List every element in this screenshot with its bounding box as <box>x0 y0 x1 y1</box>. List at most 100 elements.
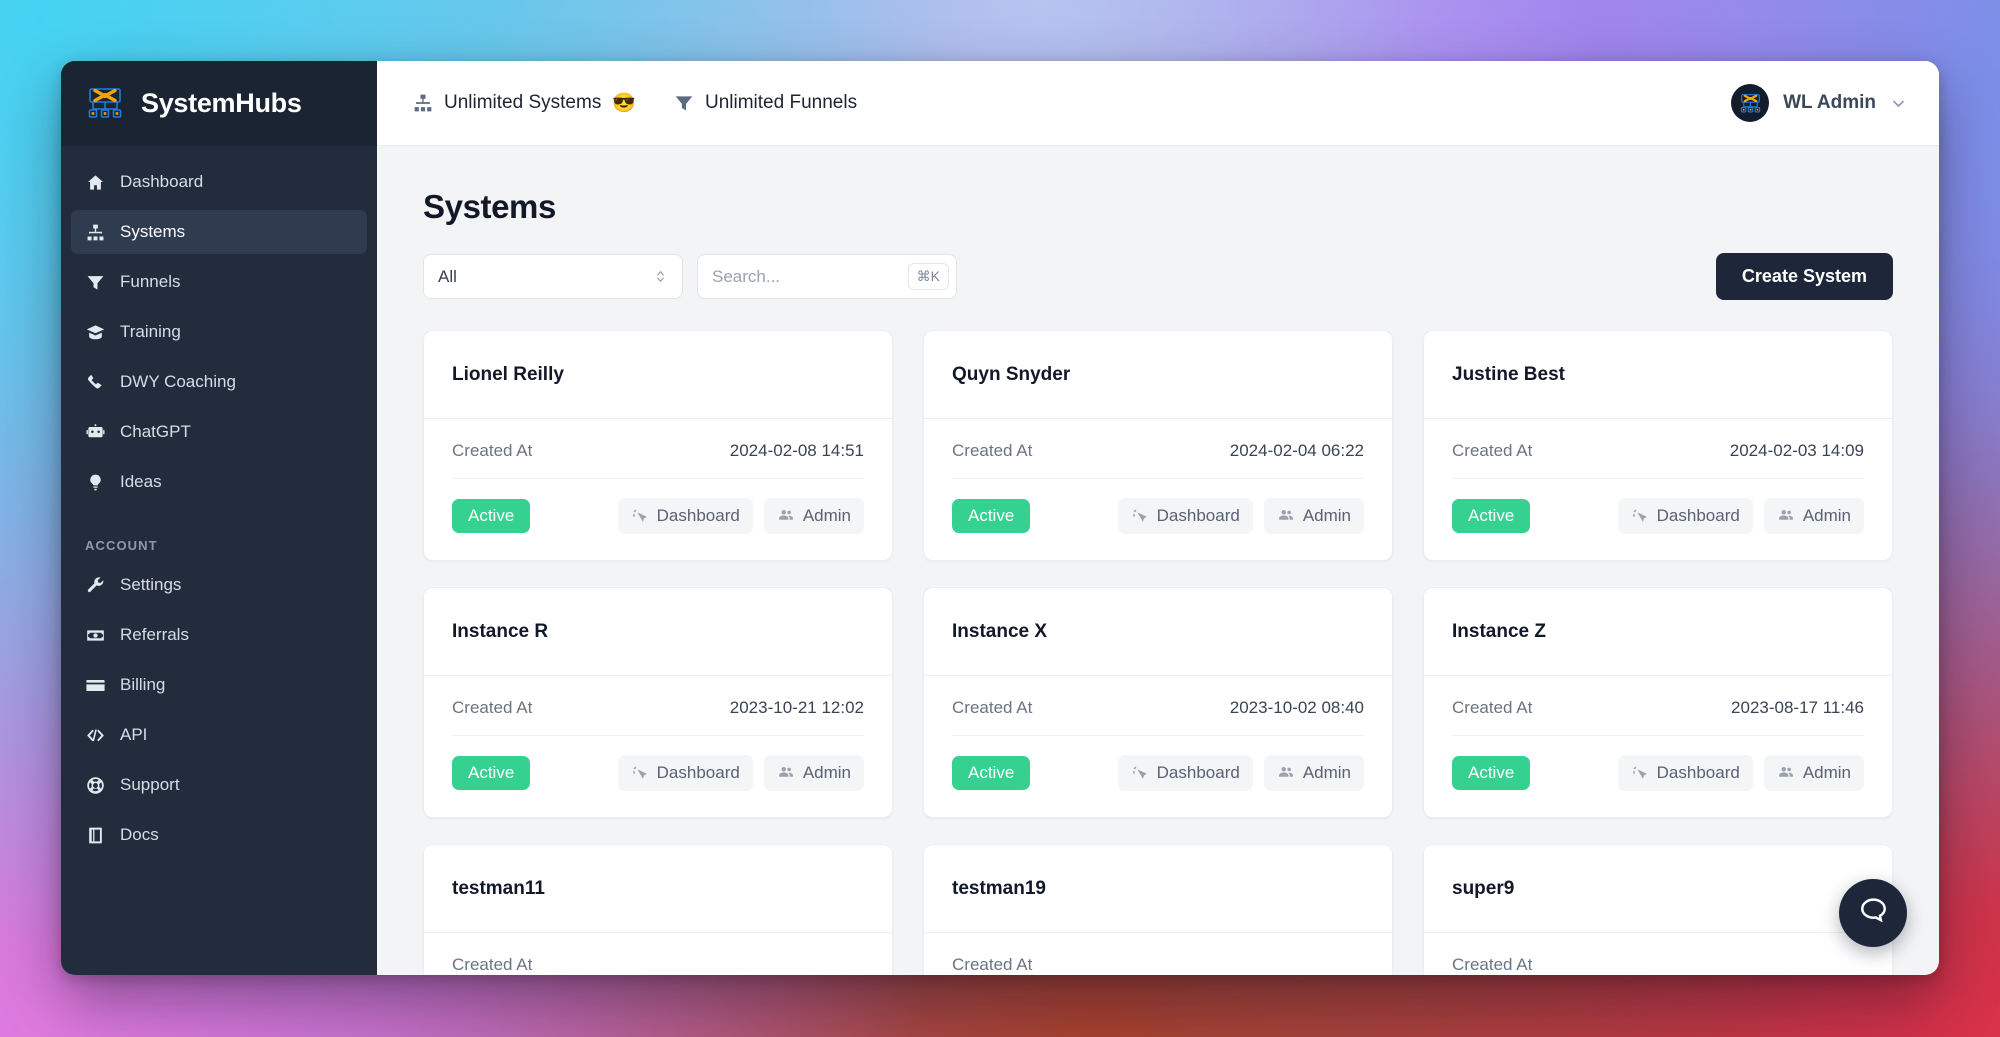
system-card[interactable]: Quyn Snyder Created At 2024-02-04 06:22 … <box>923 330 1393 561</box>
system-name: Instance Z <box>1452 620 1546 642</box>
dashboard-button[interactable]: Dashboard <box>617 498 753 534</box>
up-down-chevrons-icon <box>653 269 668 284</box>
chat-widget-button[interactable] <box>1839 879 1907 947</box>
created-at-row: Created At 2024-02-03 14:09 <box>1452 441 1864 479</box>
system-card[interactable]: Instance Z Created At 2023-08-17 11:46 A… <box>1423 587 1893 818</box>
admin-button[interactable]: Admin <box>1763 498 1864 534</box>
filter-select-value: All <box>438 266 457 286</box>
system-card-body: Created At 2024-02-03 14:09 Active Dashb… <box>1424 419 1892 560</box>
system-card-header: Instance X <box>924 588 1392 676</box>
sunglasses-emoji: 😎 <box>612 93 636 114</box>
admin-button-label: Admin <box>802 506 851 525</box>
cursor-click-icon <box>1631 507 1649 525</box>
sidebar-item-settings[interactable]: Settings <box>71 563 367 607</box>
admin-button-label: Admin <box>1302 763 1351 782</box>
admin-button[interactable]: Admin <box>1763 755 1864 791</box>
system-card[interactable]: testman11 Created At <box>423 844 893 975</box>
created-at-value: 2024-02-03 14:09 <box>1729 441 1864 460</box>
status-badge[interactable]: Active <box>1452 499 1531 533</box>
sidebar-item-label: Referrals <box>120 625 189 644</box>
funnel-icon <box>674 93 694 113</box>
system-card-body: Created At 2024-02-04 06:22 Active Dashb… <box>924 419 1392 560</box>
quota-funnels[interactable]: Unlimited Funnels <box>674 92 857 114</box>
sidebar-item-support[interactable]: Support <box>71 763 367 807</box>
system-card[interactable]: Lionel Reilly Created At 2024-02-08 14:5… <box>423 330 893 561</box>
system-card-header: Instance R <box>424 588 892 676</box>
sidebar-item-chatgpt[interactable]: ChatGPT <box>71 410 367 454</box>
system-card[interactable]: Instance R Created At 2023-10-21 12:02 A… <box>423 587 893 818</box>
status-badge[interactable]: Active <box>952 756 1031 790</box>
dashboard-button[interactable]: Dashboard <box>1617 498 1753 534</box>
content-area: Systems All ⌘K Create System <box>377 146 1939 975</box>
system-card[interactable]: Justine Best Created At 2024-02-03 14:09… <box>1423 330 1893 561</box>
dashboard-button-label: Dashboard <box>1156 506 1240 525</box>
sidebar-item-label: Systems <box>120 222 186 241</box>
quota-systems[interactable]: Unlimited Systems 😎 <box>413 91 636 115</box>
sidebar-item-label: API <box>120 725 148 744</box>
sidebar-item-ideas[interactable]: Ideas <box>71 460 367 504</box>
sidebar-item-label: Support <box>120 775 180 794</box>
system-card-actions: Active Dashboard Admin <box>952 479 1364 534</box>
system-card[interactable]: super9 Created At <box>1423 844 1893 975</box>
system-card[interactable]: Instance X Created At 2023-10-02 08:40 A… <box>923 587 1393 818</box>
sidebar-item-referrals[interactable]: Referrals <box>71 613 367 657</box>
user-menu[interactable]: WL Admin <box>1731 84 1911 122</box>
status-badge[interactable]: Active <box>952 499 1031 533</box>
dashboard-button[interactable]: Dashboard <box>617 755 753 791</box>
cursor-click-icon <box>1131 764 1149 782</box>
sidebar-item-docs[interactable]: Docs <box>71 813 367 857</box>
system-card[interactable]: testman19 Created At <box>923 844 1393 975</box>
status-badge[interactable]: Active <box>1452 756 1531 790</box>
sidebar-item-systems[interactable]: Systems <box>71 210 367 254</box>
sidebar-item-training[interactable]: Training <box>71 310 367 354</box>
users-group-icon <box>1277 764 1295 782</box>
systems-grid: Lionel Reilly Created At 2024-02-08 14:5… <box>423 330 1893 975</box>
status-badge[interactable]: Active <box>452 499 531 533</box>
sidebar-item-label: Funnels <box>120 272 181 291</box>
cursor-click-icon <box>1631 764 1649 782</box>
system-card-body: Created At 2023-10-02 08:40 Active Dashb… <box>924 676 1392 817</box>
dashboard-button[interactable]: Dashboard <box>1117 755 1253 791</box>
created-at-label: Created At <box>452 955 533 974</box>
system-card-header: testman19 <box>924 845 1392 933</box>
dashboard-button[interactable]: Dashboard <box>1617 755 1753 791</box>
system-name: testman19 <box>952 877 1046 899</box>
brand-header[interactable]: SystemHubs <box>61 61 377 146</box>
admin-button-label: Admin <box>1302 506 1351 525</box>
filter-select[interactable]: All <box>423 254 683 299</box>
sidebar-item-dwy-coaching[interactable]: DWY Coaching <box>71 360 367 404</box>
system-name: Justine Best <box>1452 363 1565 385</box>
admin-button[interactable]: Admin <box>763 755 864 791</box>
search-box[interactable]: ⌘K <box>697 254 957 299</box>
sidebar-item-billing[interactable]: Billing <box>71 663 367 707</box>
sitemap-icon <box>85 222 106 243</box>
life-ring-icon <box>85 775 106 796</box>
create-system-button[interactable]: Create System <box>1715 253 1893 300</box>
sidebar-item-dashboard[interactable]: Dashboard <box>71 160 367 204</box>
system-card-actions: Active Dashboard Admin <box>452 736 864 791</box>
system-card-body: Created At <box>424 933 892 975</box>
users-group-icon <box>1777 764 1795 782</box>
sidebar-item-label: DWY Coaching <box>120 372 236 391</box>
user-name: WL Admin <box>1783 92 1876 113</box>
system-card-actions: Active Dashboard Admin <box>1452 736 1864 791</box>
admin-button-label: Admin <box>1802 506 1851 525</box>
created-at-label: Created At <box>952 955 1033 974</box>
status-badge[interactable]: Active <box>452 756 531 790</box>
quota-systems-label: Unlimited Systems <box>444 92 602 113</box>
system-card-actions: Active Dashboard Admin <box>452 479 864 534</box>
lightbulb-icon <box>85 472 106 493</box>
sidebar-item-label: Ideas <box>120 472 162 491</box>
chat-bubble-icon <box>1858 895 1889 931</box>
sidebar-item-funnels[interactable]: Funnels <box>71 260 367 304</box>
admin-button[interactable]: Admin <box>1263 498 1364 534</box>
admin-button[interactable]: Admin <box>1263 755 1364 791</box>
admin-button[interactable]: Admin <box>763 498 864 534</box>
sidebar-item-api[interactable]: API <box>71 713 367 757</box>
avatar <box>1731 84 1770 122</box>
system-card-body: Created At <box>924 933 1392 975</box>
users-group-icon <box>1277 507 1295 525</box>
system-card-body: Created At <box>1424 933 1892 975</box>
dashboard-button[interactable]: Dashboard <box>1117 498 1253 534</box>
search-input[interactable] <box>712 266 908 287</box>
